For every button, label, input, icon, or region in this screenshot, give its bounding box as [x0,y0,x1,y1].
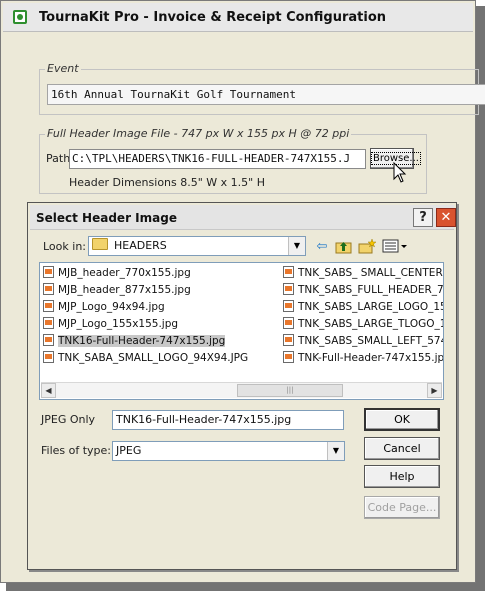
scroll-right-arrow-icon[interactable]: ▶ [427,383,442,398]
file-list-item-name: MJB_header_770x155.jpg [58,267,191,279]
filename-input[interactable]: TNK16-Full-Header-747x155.jpg [112,410,344,430]
file-list-item[interactable]: TNK-Full-Header-747x155.jpg [283,350,443,366]
dialog-title-bar[interactable]: Select Header Image ? ✕ [30,205,456,230]
jpeg-file-icon [283,300,294,312]
mouse-pointer-icon [393,162,407,183]
main-window: TournaKit Pro - Invoice & Receipt Config… [0,0,485,583]
look-in-dropdown[interactable]: HEADERS ▼ [88,236,306,256]
file-list-item[interactable]: TNK_SABS_ SMALL_CENTERED [283,265,443,281]
file-list-item[interactable]: MJB_header_770x155.jpg [43,265,281,281]
filename-label: JPEG Only [41,413,96,426]
file-list-item[interactable]: TNK_SABS_FULL_HEADER_770 [283,282,443,298]
help-button[interactable]: Help [364,465,440,488]
screenshot-frame: TournaKit Pro - Invoice & Receipt Config… [0,0,485,591]
filetype-value: JPEG [116,444,142,457]
file-list-item[interactable]: MJB_header_877x155.jpg [43,282,281,298]
jpeg-file-icon [283,351,294,363]
path-field[interactable]: C:\TPL\HEADERS\TNK16-FULL-HEADER-747X155… [69,149,366,169]
jpeg-file-icon [43,334,54,346]
jpeg-file-icon [43,317,54,329]
jpeg-file-icon [283,266,294,278]
file-list-item[interactable]: TNK_SABA_SMALL_LOGO_94X94.JPG [43,350,281,366]
event-group-label: Event [45,62,81,75]
file-list-item-name: TNK_SABS_LARGE_TLOGO_15 [298,318,443,330]
file-list-horizontal-scrollbar[interactable]: ◀ ||| ▶ [41,382,442,398]
look-in-label: Look in: [43,240,86,253]
file-list-item-name: MJP_Logo_155x155.jpg [58,318,179,330]
jpeg-file-icon [283,334,294,346]
code-page-button: Code Page... [364,496,440,519]
file-list-item-name: TNK_SABA_SMALL_LOGO_94X94.JPG [58,352,249,364]
jpeg-file-icon [283,317,294,329]
window-title: TournaKit Pro - Invoice & Receipt Config… [39,10,387,25]
dialog-help-button[interactable]: ? [413,208,433,227]
dialog-title: Select Header Image [36,211,177,225]
path-label: Path [46,152,71,165]
file-list-item-name: TNK_SABS_ SMALL_CENTERED [298,267,443,279]
title-bar[interactable]: TournaKit Pro - Invoice & Receipt Config… [3,3,473,32]
file-list-item[interactable]: TNK_SABS_LARGE_LOGO_155 [283,299,443,315]
file-list-item-name: TNK_SABS_FULL_HEADER_770 [298,284,443,296]
folder-icon [92,238,108,250]
chevron-down-icon[interactable]: ▼ [327,442,344,460]
file-list-item[interactable]: TNK16-Full-Header-747x155.jpg [43,333,281,349]
file-list-item[interactable]: TNK_SABS_SMALL_LEFT_574X [283,333,443,349]
view-menu-icon[interactable] [382,239,408,253]
browse-button[interactable]: Browse... [370,148,421,169]
file-list[interactable]: ◀ ||| ▶ MJB_header_770x155.jpg MJB_header… [39,262,444,400]
jpeg-file-icon [283,283,294,295]
file-list-item[interactable]: MJP_Logo_155x155.jpg [43,316,281,332]
filetype-dropdown[interactable]: JPEG ▼ [112,441,345,461]
jpeg-file-icon [43,300,54,312]
app-icon [13,10,27,24]
file-list-item[interactable]: TNK_SABS_LARGE_TLOGO_15 [283,316,443,332]
back-arrow-icon[interactable]: ⇦ [314,239,330,255]
chevron-down-icon[interactable]: ▼ [288,237,305,255]
file-list-item[interactable]: MJP_Logo_94x94.jpg [43,299,281,315]
jpeg-file-icon [43,351,54,363]
new-folder-icon[interactable] [358,238,376,255]
jpeg-file-icon [43,283,54,295]
file-list-item-name: TNK_SABS_LARGE_LOGO_155 [298,301,443,313]
dialog-close-button[interactable]: ✕ [436,208,456,227]
header-image-group-label: Full Header Image File - 747 px W x 155 … [45,127,352,140]
scroll-left-arrow-icon[interactable]: ◀ [41,383,56,398]
ok-button[interactable]: OK [364,408,440,431]
filetype-label: Files of type: [41,444,112,457]
header-dimensions-text: Header Dimensions 8.5" W x 1.5" H [69,176,265,189]
file-list-item-name: TNK16-Full-Header-747x155.jpg [58,335,226,347]
file-list-item-name: MJB_header_877x155.jpg [58,284,191,296]
jpeg-file-icon [43,266,54,278]
cancel-button[interactable]: Cancel [364,437,440,460]
scrollbar-thumb[interactable]: ||| [237,384,343,397]
file-list-item-name: MJP_Logo_94x94.jpg [58,301,165,313]
file-list-item-name: TNK-Full-Header-747x155.jpg [298,352,443,364]
event-name-field[interactable]: 16th Annual TournaKit Golf Tournament [47,84,485,105]
up-folder-icon[interactable] [335,239,353,255]
look-in-value: HEADERS [114,239,167,252]
file-list-item-name: TNK_SABS_SMALL_LEFT_574X [298,335,443,347]
